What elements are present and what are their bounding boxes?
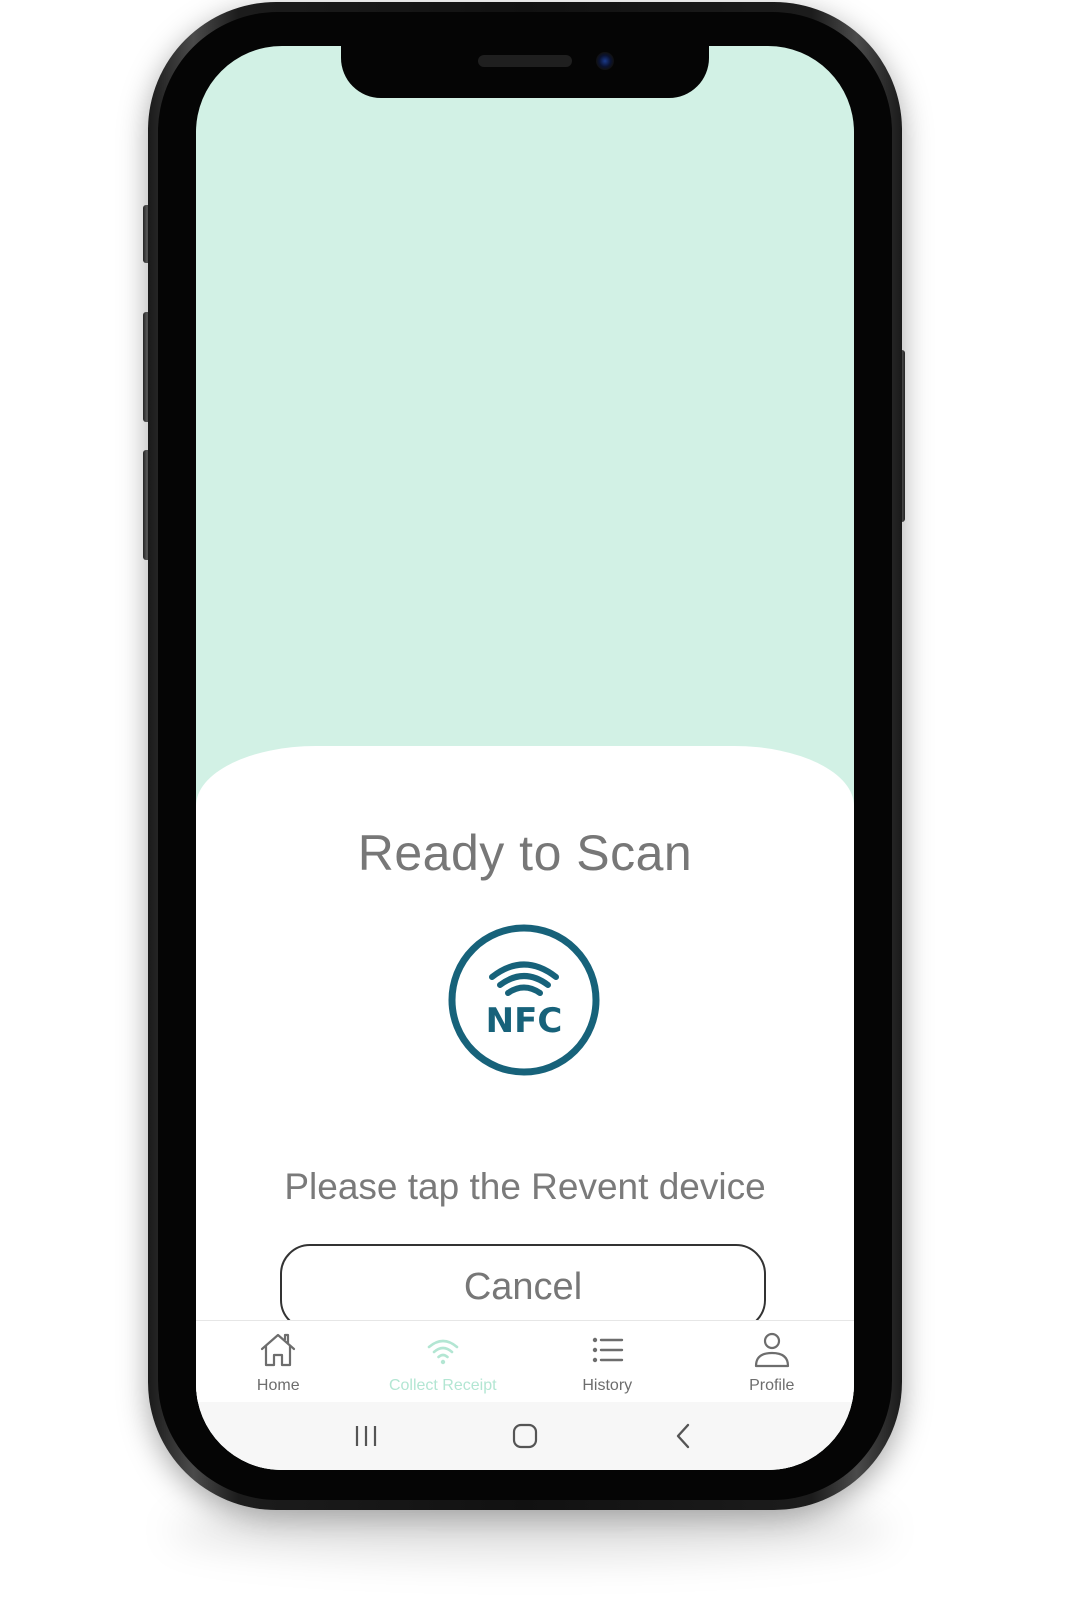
cancel-button[interactable]: Cancel xyxy=(280,1244,766,1330)
back-button[interactable] xyxy=(662,1414,706,1458)
tab-profile-label: Profile xyxy=(749,1377,795,1394)
tab-collect-receipt[interactable]: Collect Receipt xyxy=(361,1321,526,1403)
home-button[interactable] xyxy=(503,1414,547,1458)
earpiece-speaker xyxy=(478,55,572,67)
tab-profile[interactable]: Profile xyxy=(690,1321,855,1403)
device-mockup: Ready to Scan NFC Please tap the Revent … xyxy=(0,0,1067,1608)
tab-home-label: Home xyxy=(256,1377,300,1394)
nfc-icon-text: NFC xyxy=(486,1001,563,1041)
nfc-icon: NFC xyxy=(448,924,600,1076)
sheet-title: Ready to Scan xyxy=(357,825,693,881)
phone-screen: Ready to Scan NFC Please tap the Revent … xyxy=(196,46,854,1470)
recent-apps-button[interactable] xyxy=(344,1414,388,1458)
front-camera xyxy=(596,52,614,70)
user-icon xyxy=(754,1332,789,1368)
tab-history-label: History xyxy=(582,1377,633,1394)
back-icon xyxy=(677,1423,690,1449)
scan-instruction: Please tap the Revent device xyxy=(284,1166,766,1207)
phone-notch xyxy=(341,40,709,98)
home-button-icon xyxy=(512,1423,538,1449)
bottom-tab-bar: Home Collect Receipt History Profile xyxy=(196,1320,854,1403)
android-navigation-bar xyxy=(196,1402,854,1470)
recent-apps-icon xyxy=(355,1426,376,1446)
tab-home[interactable]: Home xyxy=(196,1321,361,1403)
wifi-icon xyxy=(427,1339,459,1365)
list-icon xyxy=(593,1337,624,1363)
tab-collect-receipt-label: Collect Receipt xyxy=(388,1377,497,1394)
home-icon xyxy=(261,1333,296,1367)
tab-history[interactable]: History xyxy=(525,1321,690,1403)
